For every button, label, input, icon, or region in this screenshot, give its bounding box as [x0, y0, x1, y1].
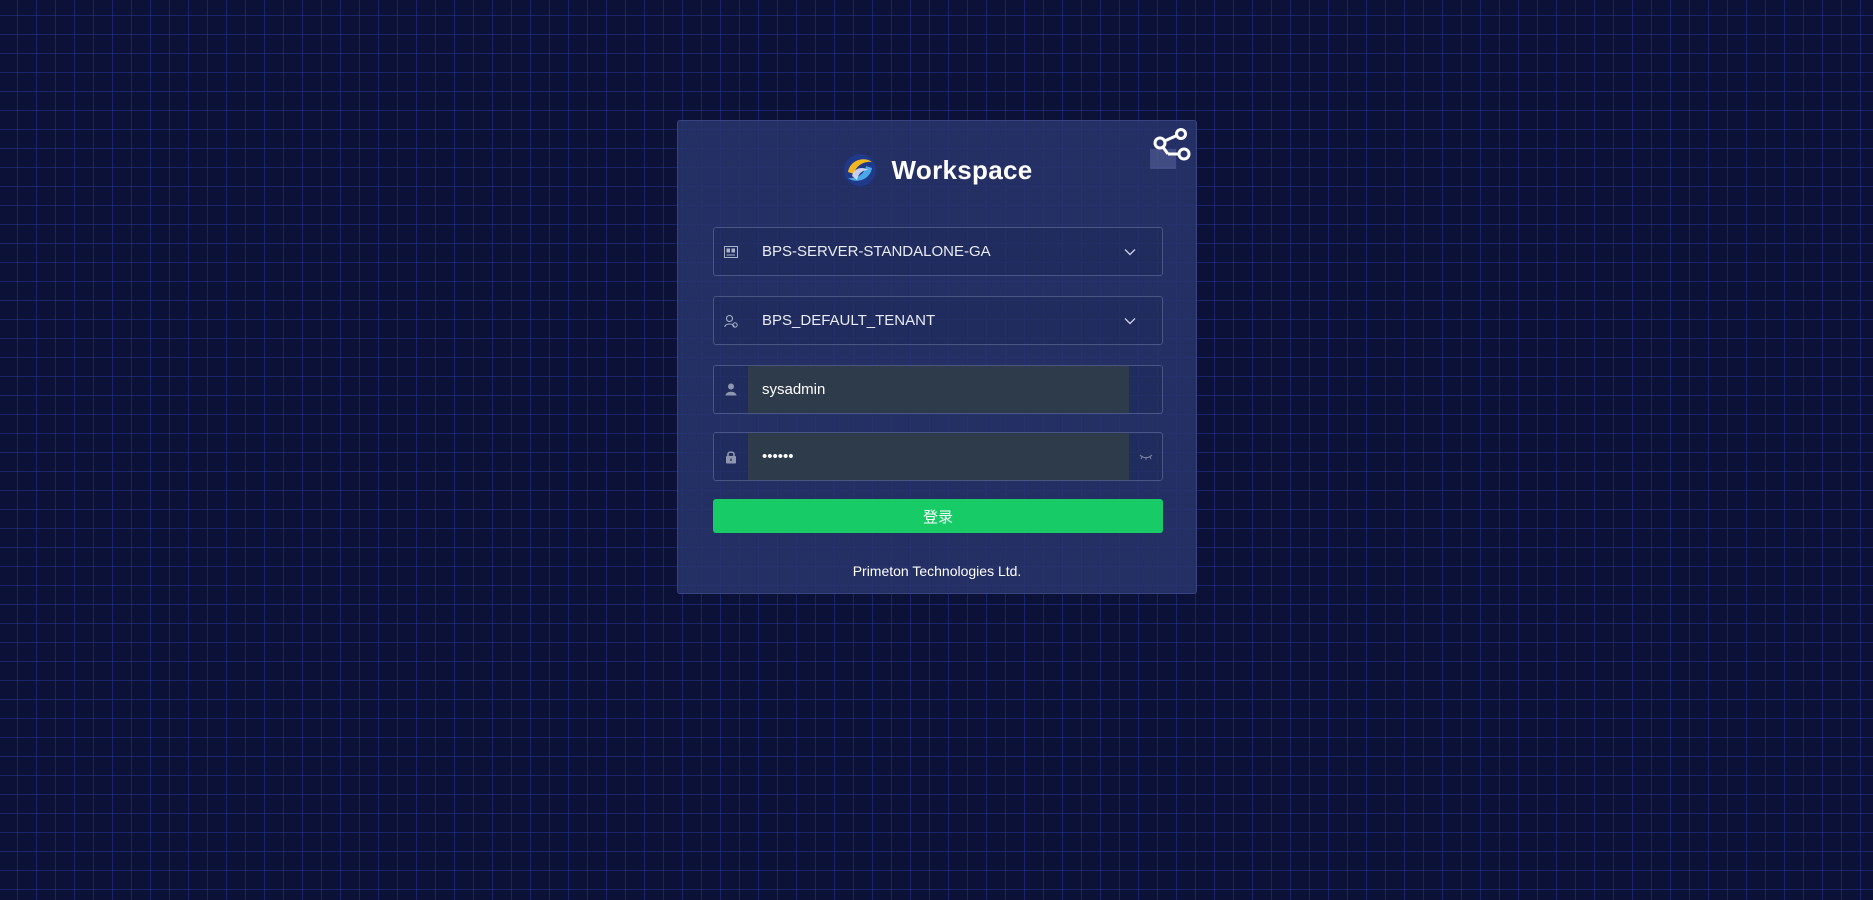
- app-title: Workspace: [891, 154, 1033, 185]
- tenant-user-icon: [714, 297, 748, 344]
- login-card: Workspace BPS-SERVER-STANDALONE-GA BPS_D…: [677, 120, 1197, 594]
- login-button[interactable]: 登录: [713, 499, 1163, 533]
- username-field: [713, 365, 1163, 414]
- username-suffix: [1129, 366, 1162, 413]
- password-field: [713, 432, 1163, 481]
- username-input[interactable]: [748, 366, 1129, 413]
- chevron-down-icon[interactable]: [1098, 228, 1162, 275]
- brand-header: Workspace: [678, 149, 1196, 191]
- server-select-value: BPS-SERVER-STANDALONE-GA: [762, 243, 991, 260]
- chevron-down-icon[interactable]: [1098, 297, 1162, 344]
- password-input[interactable]: [748, 433, 1129, 480]
- swirl-logo-icon: [843, 154, 876, 186]
- user-icon: [714, 366, 748, 413]
- eye-closed-icon[interactable]: [1129, 433, 1162, 480]
- tenant-select[interactable]: BPS_DEFAULT_TENANT: [713, 296, 1163, 345]
- tenant-select-value: BPS_DEFAULT_TENANT: [762, 312, 936, 329]
- lock-icon: [714, 433, 748, 480]
- footer-company: Primeton Technologies Ltd.: [852, 563, 1022, 579]
- server-select[interactable]: BPS-SERVER-STANDALONE-GA: [713, 227, 1163, 276]
- server-icon: [714, 228, 748, 275]
